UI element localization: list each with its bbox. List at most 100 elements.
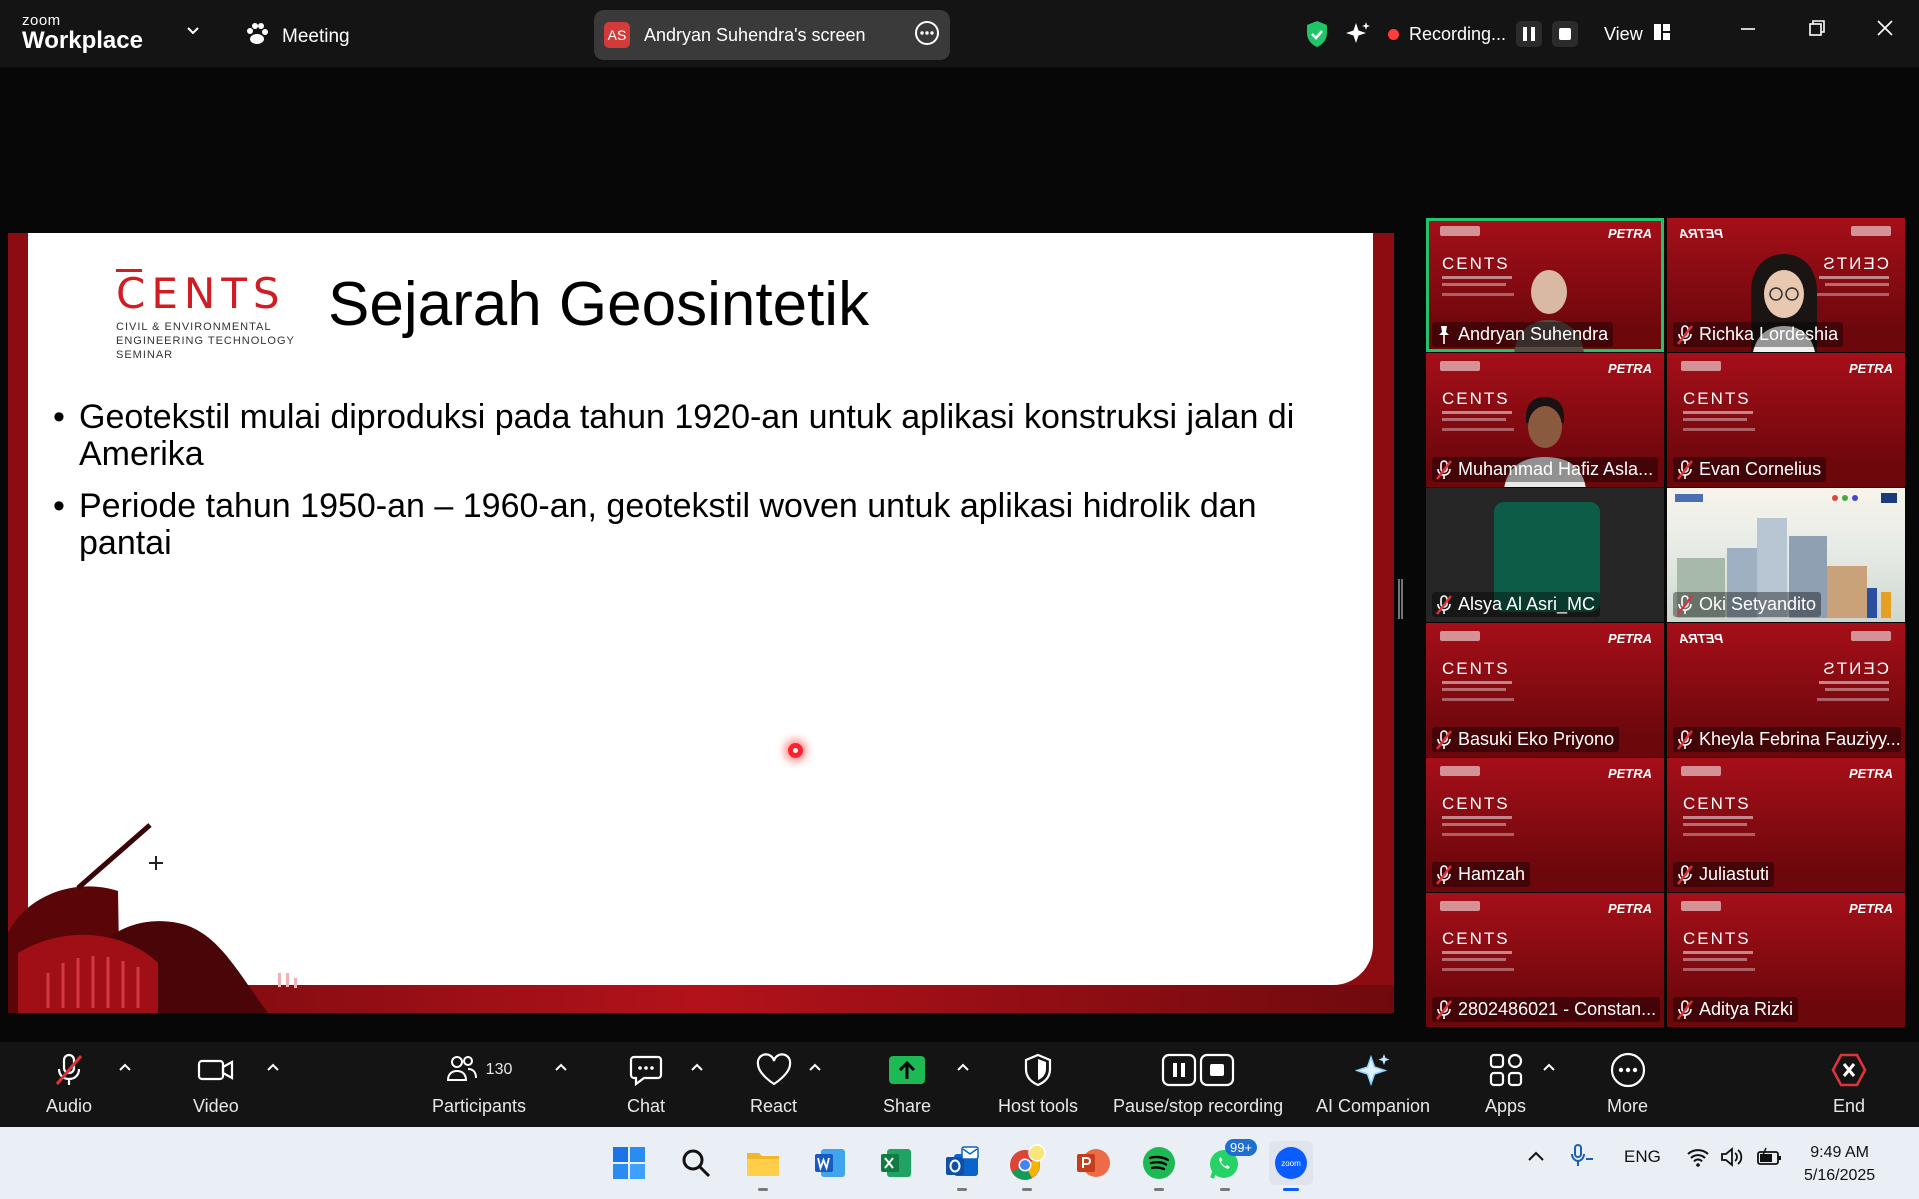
paw-icon [244, 22, 270, 52]
share-screen-icon [888, 1052, 926, 1088]
more-options-icon[interactable] [914, 20, 940, 51]
apps-button[interactable]: Apps [1485, 1052, 1526, 1117]
ai-companion-button[interactable]: AI Companion [1316, 1052, 1430, 1117]
bg-text-line [1825, 688, 1889, 691]
panel-resize-handle[interactable] [1398, 579, 1403, 619]
brand-name: Workplace [22, 27, 143, 54]
svg-text:zoom: zoom [1281, 1159, 1301, 1168]
participant-tile[interactable]: PETRA CENTS Muhammad Hafiz Asla... [1426, 353, 1664, 487]
logo-sub-line: CIVIL & ENVIRONMENTAL [116, 321, 272, 333]
microphone-tray-icon[interactable] [1568, 1143, 1596, 1174]
close-icon[interactable] [1875, 18, 1895, 43]
share-label: Share [883, 1096, 932, 1116]
speaker-icon[interactable] [1720, 1147, 1744, 1172]
windows-logo-icon [613, 1147, 645, 1179]
chevron-up-icon[interactable] [554, 1062, 568, 1072]
bg-text-line [1442, 951, 1512, 954]
restore-icon[interactable] [1807, 18, 1827, 43]
slide-bullet: Geotekstil mulai diproduksi pada tahun 1… [53, 399, 1353, 473]
excel-icon [881, 1149, 911, 1177]
participant-tile[interactable]: PETRA CENTS 2802486021 - Constan... [1426, 893, 1664, 1027]
end-meeting-button[interactable]: End [1830, 1052, 1868, 1117]
chrome-button[interactable] [1005, 1141, 1049, 1191]
powerpoint-button[interactable] [1071, 1141, 1115, 1185]
battery-icon[interactable] [1756, 1147, 1784, 1172]
stop-recording-button[interactable] [1552, 21, 1579, 47]
word-button[interactable] [808, 1141, 852, 1185]
chevron-up-icon[interactable] [266, 1062, 280, 1072]
start-button[interactable] [607, 1141, 651, 1185]
participant-tile[interactable]: PETRA CENTS Juliastuti [1667, 758, 1905, 892]
shared-screen: CENTS CIVIL & ENVIRONMENTAL ENGINEERING … [8, 233, 1394, 1013]
participant-tile[interactable]: PETRA CENTS Evan Cornelius [1667, 353, 1905, 487]
minimize-icon[interactable] [1738, 18, 1758, 43]
sparkle-icon[interactable] [1344, 16, 1372, 52]
participant-tile[interactable]: PETRA CENTS Hamzah [1426, 758, 1664, 892]
audio-label: Audio [46, 1096, 93, 1116]
chat-button[interactable]: Chat [627, 1052, 665, 1117]
chevron-up-icon[interactable] [1542, 1062, 1556, 1072]
mic-muted-icon [1677, 999, 1693, 1020]
participant-name-text: 2802486021 - Constan... [1458, 999, 1657, 1019]
petra-logo: PETRA [1679, 631, 1724, 646]
react-button[interactable]: React [750, 1052, 797, 1117]
host-tools-button[interactable]: Host tools [998, 1052, 1078, 1117]
file-explorer-button[interactable] [741, 1141, 785, 1191]
bg-text-line [1442, 418, 1506, 421]
mic-muted-icon [1436, 864, 1452, 885]
participant-name-text: Richka Lordeshia [1699, 324, 1839, 344]
participant-tile[interactable]: PETRA CENTS Kheyla Febrina Fauziyy... [1667, 623, 1905, 757]
search-button[interactable] [674, 1141, 718, 1185]
bg-text-line [1442, 293, 1514, 296]
apps-icon [1488, 1052, 1524, 1088]
laser-pointer [788, 743, 803, 758]
chevron-down-icon[interactable] [185, 22, 201, 43]
cents-logo: CENTS [1442, 929, 1510, 948]
meeting-info-button[interactable]: Meeting [244, 22, 350, 52]
bg-text-line [1819, 681, 1889, 684]
chevron-up-icon[interactable] [956, 1062, 970, 1072]
pause-recording-button[interactable] [1516, 21, 1543, 47]
zoom-taskbar-button[interactable]: zoom [1269, 1141, 1313, 1191]
participant-tile[interactable]: Oki Setyandito [1667, 488, 1905, 622]
participant-tile[interactable]: PETRA CENTS Richka Lordeshia [1667, 218, 1905, 352]
chevron-up-icon[interactable] [1527, 1147, 1545, 1167]
screen-share-indicator[interactable]: AS Andryan Suhendra's screen [594, 10, 950, 60]
slide-bullet-list: Geotekstil mulai diproduksi pada tahun 1… [53, 399, 1353, 577]
excel-button[interactable] [874, 1141, 918, 1185]
bg-text-line [1825, 283, 1889, 286]
chevron-up-icon[interactable] [690, 1062, 704, 1072]
ai-sparkle-icon [1354, 1052, 1392, 1088]
pause-stop-recording-button[interactable]: Pause/stop recording [1113, 1052, 1283, 1117]
participant-name: Evan Cornelius [1673, 457, 1827, 482]
chevron-up-icon[interactable] [118, 1062, 132, 1072]
mic-muted-icon [1436, 459, 1452, 480]
wifi-icon[interactable] [1686, 1147, 1710, 1172]
participant-name-text: Basuki Eko Priyono [1458, 729, 1615, 749]
bg-text-line [1442, 681, 1512, 684]
shield-check-icon[interactable] [1304, 16, 1330, 52]
chevron-up-icon[interactable] [808, 1062, 822, 1072]
more-button[interactable]: More [1607, 1052, 1648, 1117]
language-indicator[interactable]: ENG [1624, 1147, 1661, 1167]
participant-name: Muhammad Hafiz Asla... [1432, 457, 1659, 482]
audio-button[interactable]: Audio [46, 1052, 92, 1117]
video-button[interactable]: Video [193, 1052, 239, 1117]
participant-tile[interactable]: PETRA CENTS Basuki Eko Priyono [1426, 623, 1664, 757]
participant-tile[interactable]: Alsya Al Asri_MC [1426, 488, 1664, 622]
view-button[interactable]: View [1604, 16, 1671, 52]
mic-muted-icon [1677, 594, 1693, 615]
whatsapp-button[interactable]: 99+ [1203, 1139, 1258, 1191]
mic-muted-icon [1677, 729, 1693, 750]
share-label: Andryan Suhendra's screen [644, 24, 866, 45]
sponsor-logos [1681, 361, 1721, 371]
participant-tile[interactable]: PETRA CENTS Andryan Suhendra [1426, 218, 1664, 352]
share-button[interactable]: Share [883, 1052, 931, 1117]
spotify-button[interactable] [1137, 1141, 1181, 1191]
system-clock[interactable]: 9:49 AM 5/16/2025 [1804, 1141, 1875, 1187]
participant-tile[interactable]: PETRA CENTS Aditya Rizki [1667, 893, 1905, 1027]
participants-button[interactable]: 130 Participants [432, 1052, 526, 1117]
petra-logo: PETRA [1607, 631, 1652, 646]
bg-text-line [1442, 276, 1512, 279]
outlook-button[interactable] [940, 1141, 984, 1191]
